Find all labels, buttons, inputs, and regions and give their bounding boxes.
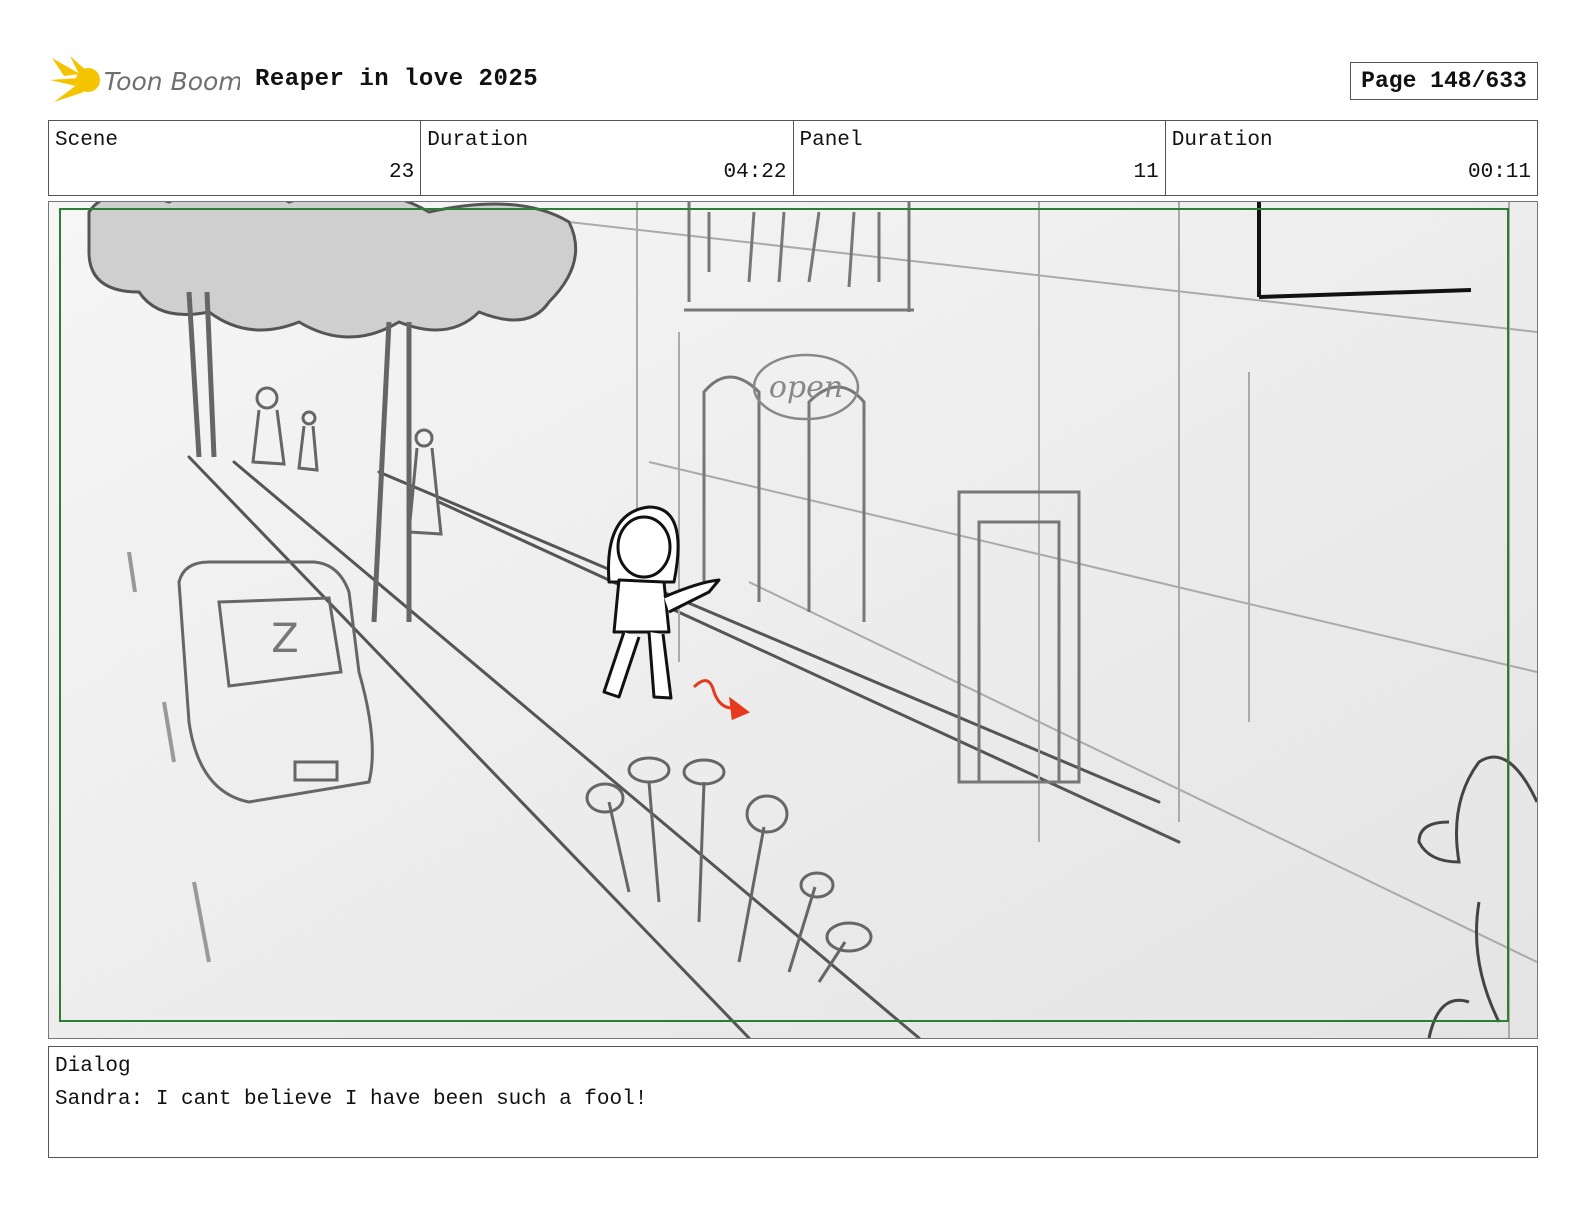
page-counter: Page 148/633 [1350, 62, 1538, 100]
storyboard-sketch: open Z [49, 202, 1537, 1038]
scene-value: 23 [389, 161, 415, 184]
panel-cell: Panel 11 [794, 121, 1166, 195]
panel-duration-label: Duration [1171, 129, 1273, 152]
panel-info-row: Scene 23 Duration 04:22 Panel 11 Duratio… [48, 120, 1538, 196]
scene-label: Scene [55, 129, 119, 152]
panel-duration-cell: Duration 00:11 [1166, 121, 1537, 195]
panel-value: 11 [1133, 161, 1159, 184]
project-title: Reaper in love 2025 [255, 66, 539, 93]
toon-boom-logo: Toon Boom [50, 54, 243, 106]
scene-cell: Scene 23 [49, 121, 422, 195]
starburst-icon [50, 56, 100, 102]
dialog-label: Dialog [55, 1055, 131, 1078]
dialog-text: Sandra: I cant believe I have been such … [55, 1088, 648, 1111]
dialog-box: Dialog Sandra: I cant believe I have bee… [48, 1046, 1538, 1158]
panel-duration-value: 00:11 [1467, 161, 1531, 184]
logo-text: Toon Boom [104, 67, 240, 96]
panel-label: Panel [799, 129, 863, 152]
scene-duration-cell: Duration 04:22 [421, 121, 794, 195]
scene-duration-value: 04:22 [723, 161, 787, 184]
open-sign-text: open [769, 370, 843, 405]
scene-duration-label: Duration [427, 129, 529, 152]
car-plate-text: Z [271, 616, 298, 662]
storyboard-frame: open Z [48, 201, 1538, 1039]
